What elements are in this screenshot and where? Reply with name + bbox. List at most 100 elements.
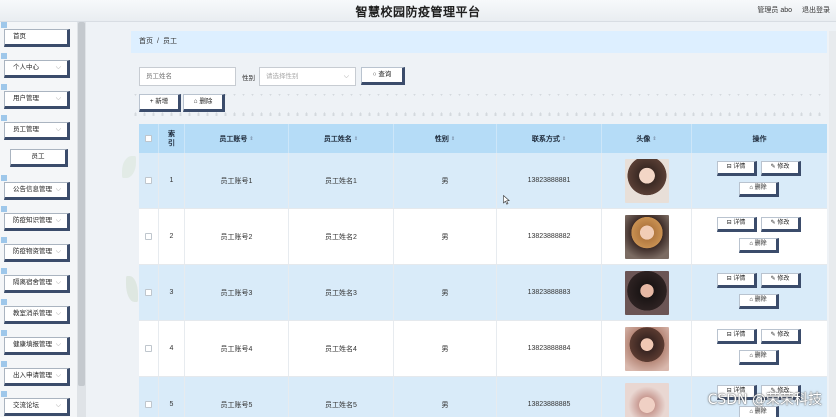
- row-checkbox[interactable]: [145, 345, 152, 352]
- sidebar-item-label: 隔离宿舍管理: [13, 279, 52, 286]
- header-avatar[interactable]: 头像 ⇕: [602, 124, 692, 153]
- header-account[interactable]: 员工账号 ⇕: [185, 124, 289, 153]
- chevron-down-icon: ⌵: [55, 186, 61, 193]
- sidebar-item-label: 出入申请管理: [13, 372, 52, 379]
- sidebar-item-label: 首页: [13, 33, 26, 40]
- header-gender[interactable]: 性别 ⇕: [394, 124, 497, 153]
- cell-account: 员工账号1: [185, 153, 289, 208]
- sort-icon: ⇕: [561, 135, 567, 142]
- sidebar-item-label: 公告信息管理: [13, 186, 52, 193]
- cell-gender: 男: [394, 153, 497, 208]
- cell-avatar: [602, 265, 692, 320]
- edit-button[interactable]: ✎ 修改: [761, 161, 801, 176]
- delete-button[interactable]: ⌂ 删除: [739, 238, 779, 253]
- header-account-label: 员工账号: [219, 135, 248, 143]
- sidebar-item-label: 教室消杀管理: [13, 310, 52, 317]
- table-row: 4 员工账号4 员工姓名4 男 13823888884 ⊟ 详情 ✎ 修改 ⌂ 删除: [139, 321, 827, 377]
- top-header: 智慧校园防疫管理平台 管理员 abo 退出登录: [0, 0, 836, 22]
- sidebar-item[interactable]: 首页: [1, 22, 70, 47]
- sidebar-item[interactable]: 员工管理 ⌵: [1, 115, 70, 140]
- sidebar-scroll-thumb[interactable]: [78, 22, 85, 386]
- search-form: 性别 请选择性别 ⌵ ○ 查询: [139, 67, 819, 87]
- chevron-down-icon: ⌵: [55, 217, 61, 224]
- cell-account: 员工账号3: [185, 265, 289, 320]
- detail-button[interactable]: ⊟ 详情: [717, 273, 757, 288]
- cell-gender: 男: [394, 377, 497, 417]
- cell-phone: 13823888882: [497, 209, 602, 264]
- page-scrollbar[interactable]: [829, 31, 836, 417]
- breadcrumb-separator: /: [157, 38, 159, 45]
- header-index: 索 引: [159, 124, 185, 153]
- cell-name: 员工姓名2: [289, 209, 394, 264]
- sidebar-item-label: 健康填报管理: [13, 341, 52, 348]
- table-row: 3 员工账号3 员工姓名3 男 13823888883 ⊟ 详情 ✎ 修改 ⌂ 删除: [139, 265, 827, 321]
- detail-button[interactable]: ⊟ 详情: [717, 217, 757, 232]
- chevron-down-icon: ⌵: [55, 372, 61, 379]
- avatar: [624, 214, 669, 259]
- user-area: 管理员 abo 退出登录: [749, 5, 830, 15]
- cell-name: 员工姓名1: [289, 153, 394, 208]
- sidebar-item[interactable]: 防疫知识管理 ⌵: [1, 206, 70, 231]
- cell-actions: ⊟ 详情 ✎ 修改 ⌂ 删除: [692, 153, 827, 208]
- batch-delete-button[interactable]: ⌂ 删除: [183, 94, 225, 112]
- table-header: 索 引 员工账号 ⇕ 员工姓名 ⇕ 性别 ⇕ 联系方式 ⇕ 头像 ⇕ 操作: [139, 124, 827, 153]
- sidebar-item[interactable]: 员工: [10, 149, 68, 167]
- row-checkbox[interactable]: [145, 233, 152, 240]
- sidebar-item-label: 用户管理: [13, 95, 39, 102]
- row-checkbox[interactable]: [145, 289, 152, 296]
- sidebar-item[interactable]: 个人中心 ⌵: [1, 53, 70, 78]
- sidebar-item[interactable]: 隔离宿舍管理 ⌵: [1, 268, 70, 293]
- main-content: 首页 /员工 性别 请选择性别 ⌵ ○ 查询 + 新增 ⌂ 删除 索 引 员工账号…: [131, 31, 827, 417]
- logout-link[interactable]: 退出登录: [802, 7, 830, 14]
- sidebar-item-label: 员工: [31, 153, 45, 160]
- delete-button[interactable]: ⌂ 删除: [739, 350, 779, 365]
- sidebar-scrollbar[interactable]: [77, 22, 86, 417]
- header-avatar-label: 头像: [636, 135, 651, 143]
- sidebar-item-label: 个人中心: [13, 64, 39, 71]
- breadcrumb-current: 员工: [162, 38, 177, 45]
- delete-button[interactable]: ⌂ 删除: [739, 294, 779, 309]
- mouse-cursor-icon: [503, 195, 510, 205]
- sidebar-item[interactable]: 防疫物资管理 ⌵: [1, 237, 70, 262]
- select-all-checkbox[interactable]: [145, 135, 152, 142]
- row-checkbox[interactable]: [145, 401, 152, 408]
- cell-avatar: [602, 377, 692, 417]
- row-checkbox[interactable]: [145, 177, 152, 184]
- query-button[interactable]: ○ 查询: [361, 67, 405, 85]
- sidebar-item[interactable]: 教室消杀管理 ⌵: [1, 299, 70, 324]
- chevron-down-icon: ⌵: [55, 64, 61, 71]
- delete-button[interactable]: ⌂ 删除: [739, 182, 779, 197]
- edit-button[interactable]: ✎ 修改: [761, 273, 801, 288]
- sidebar-item[interactable]: 用户管理 ⌵: [1, 84, 70, 109]
- sidebar-item[interactable]: 交流论坛 ⌵: [1, 391, 70, 416]
- header-phone[interactable]: 联系方式 ⇕: [497, 124, 602, 153]
- chevron-down-icon: ⌵: [55, 126, 61, 133]
- breadcrumb-home[interactable]: 首页: [139, 38, 153, 45]
- edit-button[interactable]: ✎ 修改: [761, 217, 801, 232]
- sidebar-item[interactable]: 公告信息管理 ⌵: [1, 175, 70, 200]
- avatar: [624, 382, 669, 417]
- edit-button[interactable]: ✎ 修改: [761, 329, 801, 344]
- gender-label: 性别: [242, 75, 255, 82]
- detail-button[interactable]: ⊟ 详情: [717, 329, 757, 344]
- detail-button[interactable]: ⊟ 详情: [717, 161, 757, 176]
- breadcrumb: 首页 / 员工: [131, 31, 827, 53]
- cell-select: [139, 377, 159, 417]
- add-button[interactable]: + 新增: [139, 94, 181, 112]
- cell-select: [139, 265, 159, 320]
- gender-select[interactable]: 请选择性别 ⌵: [259, 67, 356, 86]
- site-title: 智慧校园防疫管理平台: [355, 5, 481, 19]
- sort-icon: ⇕: [249, 135, 254, 142]
- employee-name-input[interactable]: [139, 67, 236, 86]
- cell-index: 3: [159, 265, 185, 320]
- cell-name: 员工姓名3: [289, 265, 394, 320]
- cell-index: 2: [159, 209, 185, 264]
- cell-avatar: [602, 153, 692, 208]
- cell-actions: ⊟ 详情 ✎ 修改 ⌂ 删除: [692, 265, 827, 320]
- avatar: [624, 270, 669, 315]
- header-name[interactable]: 员工姓名 ⇕: [289, 124, 394, 153]
- sidebar-item[interactable]: 健康填报管理 ⌵: [1, 330, 70, 355]
- cell-avatar: [602, 321, 692, 376]
- sidebar-item[interactable]: 出入申请管理 ⌵: [1, 361, 70, 386]
- watermark: CSDN @荣荣科技: [707, 392, 822, 408]
